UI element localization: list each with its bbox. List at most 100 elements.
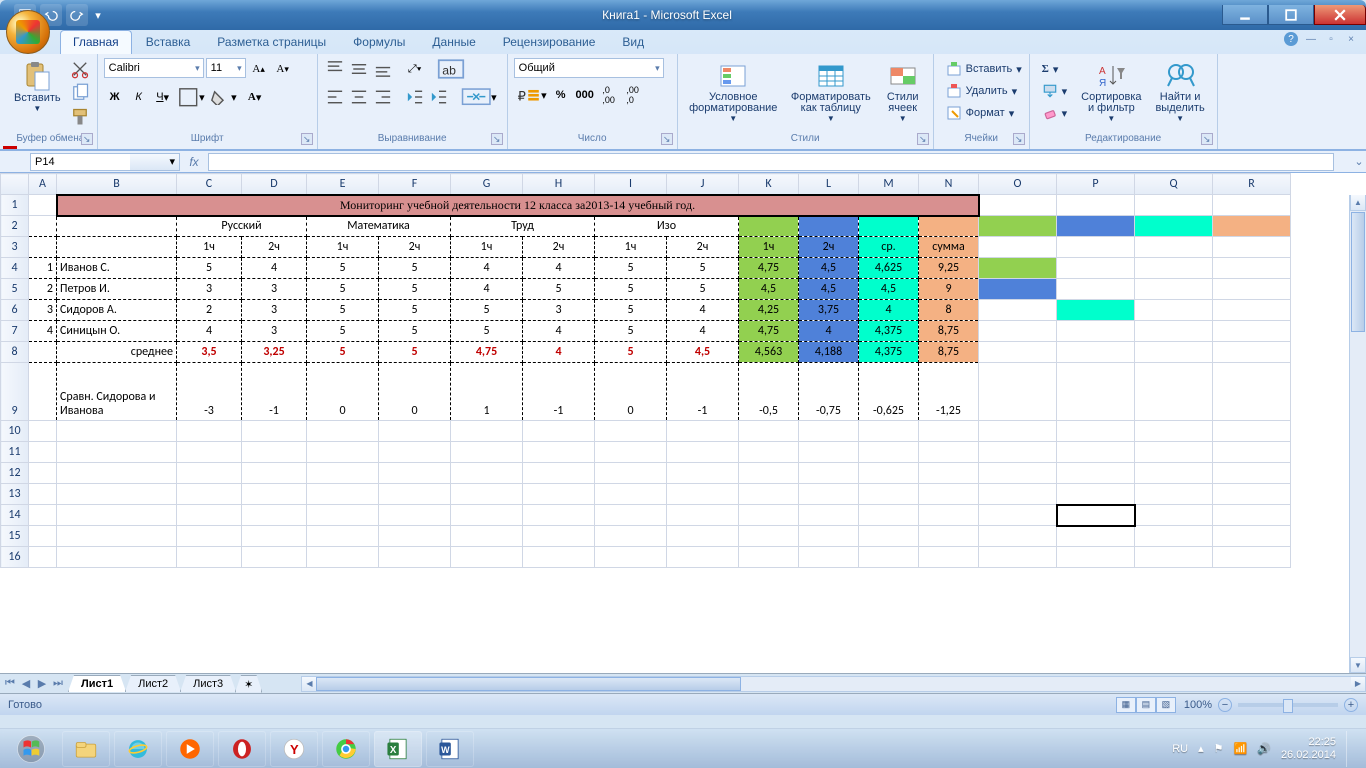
cell[interactable]: -1,25: [919, 363, 979, 421]
cell[interactable]: [177, 505, 242, 526]
zoom-level[interactable]: 100%: [1184, 699, 1212, 711]
cell[interactable]: 3: [242, 300, 307, 321]
cell[interactable]: [1135, 526, 1213, 547]
cell[interactable]: [1213, 484, 1291, 505]
cell[interactable]: [799, 421, 859, 442]
cell[interactable]: [1213, 258, 1291, 279]
cell[interactable]: 2ч: [667, 237, 739, 258]
tab-insert[interactable]: Вставка: [133, 30, 204, 54]
cell[interactable]: 2ч: [242, 237, 307, 258]
cell[interactable]: 3: [242, 279, 307, 300]
cell[interactable]: [1057, 526, 1135, 547]
cell[interactable]: [307, 484, 379, 505]
col-header-O[interactable]: O: [979, 174, 1057, 195]
decrease-font-icon[interactable]: A▾: [272, 58, 294, 80]
cell[interactable]: 1ч: [307, 237, 379, 258]
formula-input[interactable]: [208, 153, 1334, 171]
align-left-icon[interactable]: [324, 86, 346, 108]
autosum-button[interactable]: Σ ▾: [1036, 58, 1074, 80]
cell[interactable]: 4,563: [739, 342, 799, 363]
cell[interactable]: -3: [177, 363, 242, 421]
cell[interactable]: [523, 526, 595, 547]
cell[interactable]: [979, 237, 1057, 258]
cell[interactable]: 4: [523, 321, 595, 342]
cell[interactable]: [523, 484, 595, 505]
tray-network-icon[interactable]: 📶: [1234, 742, 1248, 755]
cell[interactable]: 4,5: [859, 279, 919, 300]
cell[interactable]: [57, 237, 177, 258]
row-header-8[interactable]: 8: [1, 342, 29, 363]
align-middle-icon[interactable]: [348, 58, 370, 80]
cell[interactable]: [919, 484, 979, 505]
cell[interactable]: [29, 484, 57, 505]
cell[interactable]: [1057, 279, 1135, 300]
close-button[interactable]: [1314, 5, 1366, 25]
decrease-decimal-icon[interactable]: ,00,0: [622, 84, 644, 106]
cell[interactable]: 4: [667, 321, 739, 342]
row-header-2[interactable]: 2: [1, 216, 29, 237]
cell[interactable]: [523, 547, 595, 568]
cell[interactable]: 5: [307, 342, 379, 363]
tab-review[interactable]: Рецензирование: [490, 30, 609, 54]
cell[interactable]: [1213, 421, 1291, 442]
merge-center-icon[interactable]: ▾: [460, 86, 498, 108]
sort-filter-button[interactable]: АЯ Сортировка и фильтр▼: [1077, 58, 1145, 125]
cell[interactable]: [799, 463, 859, 484]
tray-clock[interactable]: 22:25 26.02.2014: [1281, 736, 1336, 760]
cell[interactable]: [919, 526, 979, 547]
cell[interactable]: Русский: [177, 216, 307, 237]
cell[interactable]: [739, 526, 799, 547]
cell[interactable]: [595, 442, 667, 463]
cell[interactable]: [1057, 258, 1135, 279]
tray-volume-icon[interactable]: 🔊: [1257, 742, 1271, 755]
cell[interactable]: 5: [177, 258, 242, 279]
cell[interactable]: [379, 505, 451, 526]
cell[interactable]: [919, 421, 979, 442]
cell[interactable]: [379, 484, 451, 505]
cell[interactable]: 2: [177, 300, 242, 321]
cell[interactable]: 4,188: [799, 342, 859, 363]
font-size-select[interactable]: 11: [206, 58, 246, 78]
cell[interactable]: [1135, 237, 1213, 258]
cell[interactable]: [1135, 547, 1213, 568]
col-header-L[interactable]: L: [799, 174, 859, 195]
cell[interactable]: [919, 547, 979, 568]
taskbar-word-icon[interactable]: W: [426, 731, 474, 767]
title-cell[interactable]: Мониторинг учебной деятельности 12 класс…: [57, 195, 979, 216]
row-header-7[interactable]: 7: [1, 321, 29, 342]
col-header-A[interactable]: A: [29, 174, 57, 195]
cell[interactable]: [451, 463, 523, 484]
taskbar-chrome-icon[interactable]: [322, 731, 370, 767]
cell[interactable]: [242, 526, 307, 547]
col-header-I[interactable]: I: [595, 174, 667, 195]
cell[interactable]: [29, 363, 57, 421]
number-format-select[interactable]: Общий: [514, 58, 664, 78]
cell[interactable]: 3: [242, 321, 307, 342]
taskbar-yandex-icon[interactable]: Y: [270, 731, 318, 767]
conditional-formatting-button[interactable]: Условное форматирование▼: [684, 58, 783, 125]
cell[interactable]: Изо: [595, 216, 739, 237]
cell[interactable]: [379, 526, 451, 547]
cell[interactable]: 2ч: [523, 237, 595, 258]
cell[interactable]: 4,75: [451, 342, 523, 363]
cell[interactable]: 5: [667, 279, 739, 300]
cell[interactable]: [739, 463, 799, 484]
col-header-J[interactable]: J: [667, 174, 739, 195]
cell[interactable]: [667, 421, 739, 442]
zoom-in-icon[interactable]: +: [1344, 698, 1358, 712]
cell[interactable]: [799, 526, 859, 547]
cell[interactable]: [523, 421, 595, 442]
cell[interactable]: [1135, 216, 1213, 237]
cell[interactable]: 1ч: [177, 237, 242, 258]
cell[interactable]: [29, 463, 57, 484]
name-box[interactable]: P14: [30, 153, 130, 171]
cell[interactable]: [1135, 258, 1213, 279]
col-header-M[interactable]: M: [859, 174, 919, 195]
cell[interactable]: [799, 547, 859, 568]
cell[interactable]: [979, 421, 1057, 442]
cell[interactable]: [979, 363, 1057, 421]
cell[interactable]: 4,75: [739, 321, 799, 342]
new-sheet-button[interactable]: ✶: [235, 675, 262, 693]
cell[interactable]: [451, 547, 523, 568]
cell[interactable]: [523, 505, 595, 526]
